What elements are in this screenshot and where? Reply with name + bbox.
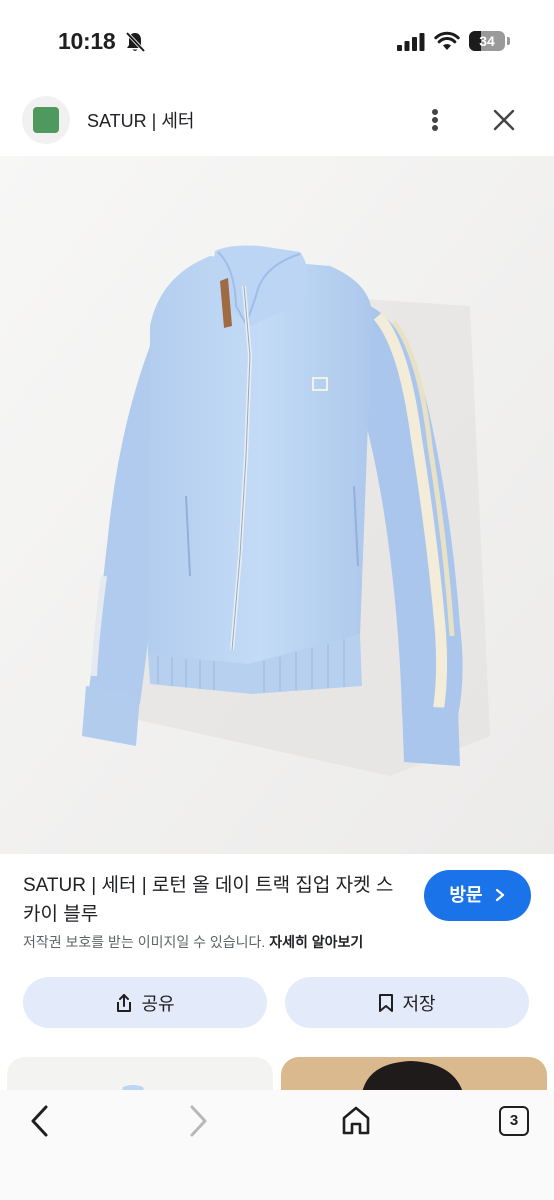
visit-label: 방문 bbox=[449, 885, 483, 905]
copyright-notice: 저작권 보호를 받는 이미지일 수 있습니다. 자세히 알아보기 bbox=[23, 932, 363, 952]
copyright-text: 저작권 보호를 받는 이미지일 수 있습니다. bbox=[23, 934, 266, 950]
battery-percentage: 34 bbox=[479, 33, 495, 49]
bell-off-icon bbox=[125, 31, 146, 53]
close-icon[interactable] bbox=[488, 104, 520, 136]
clock: 10:18 bbox=[58, 28, 116, 54]
learn-more-link[interactable]: 자세히 알아보기 bbox=[269, 934, 363, 950]
battery-cap bbox=[507, 37, 510, 45]
battery-icon: 34 bbox=[469, 31, 505, 51]
bookmark-icon bbox=[379, 993, 394, 1012]
forward-icon[interactable] bbox=[186, 1104, 210, 1138]
chevron-right-icon bbox=[495, 888, 504, 902]
home-icon[interactable] bbox=[341, 1104, 371, 1136]
cellular-signal-icon bbox=[397, 33, 425, 51]
site-favicon[interactable] bbox=[22, 96, 70, 144]
save-label: 저장 bbox=[402, 993, 436, 1014]
tabs-icon[interactable]: 3 bbox=[499, 1106, 529, 1136]
share-icon bbox=[117, 993, 132, 1012]
save-button[interactable]: 저장 bbox=[285, 977, 529, 1028]
back-icon[interactable] bbox=[28, 1104, 52, 1138]
site-name[interactable]: SATUR | 세터 bbox=[87, 107, 194, 133]
visit-button[interactable]: 방문 bbox=[424, 870, 531, 921]
source-header: SATUR | 세터 bbox=[0, 88, 554, 152]
wifi-icon bbox=[434, 31, 460, 50]
more-vert-icon[interactable] bbox=[420, 104, 450, 136]
share-label: 공유 bbox=[141, 993, 175, 1014]
favicon-square bbox=[33, 107, 59, 133]
share-button[interactable]: 공유 bbox=[23, 977, 267, 1028]
product-title[interactable]: SATUR | 세터 | 로턴 올 데이 트랙 집업 자켓 스카이 블루 bbox=[23, 871, 398, 929]
jacket-illustration bbox=[0, 156, 554, 854]
product-image[interactable] bbox=[0, 156, 554, 854]
bottom-toolbar bbox=[0, 1090, 554, 1200]
status-bar: 10:18 34 bbox=[0, 0, 554, 84]
